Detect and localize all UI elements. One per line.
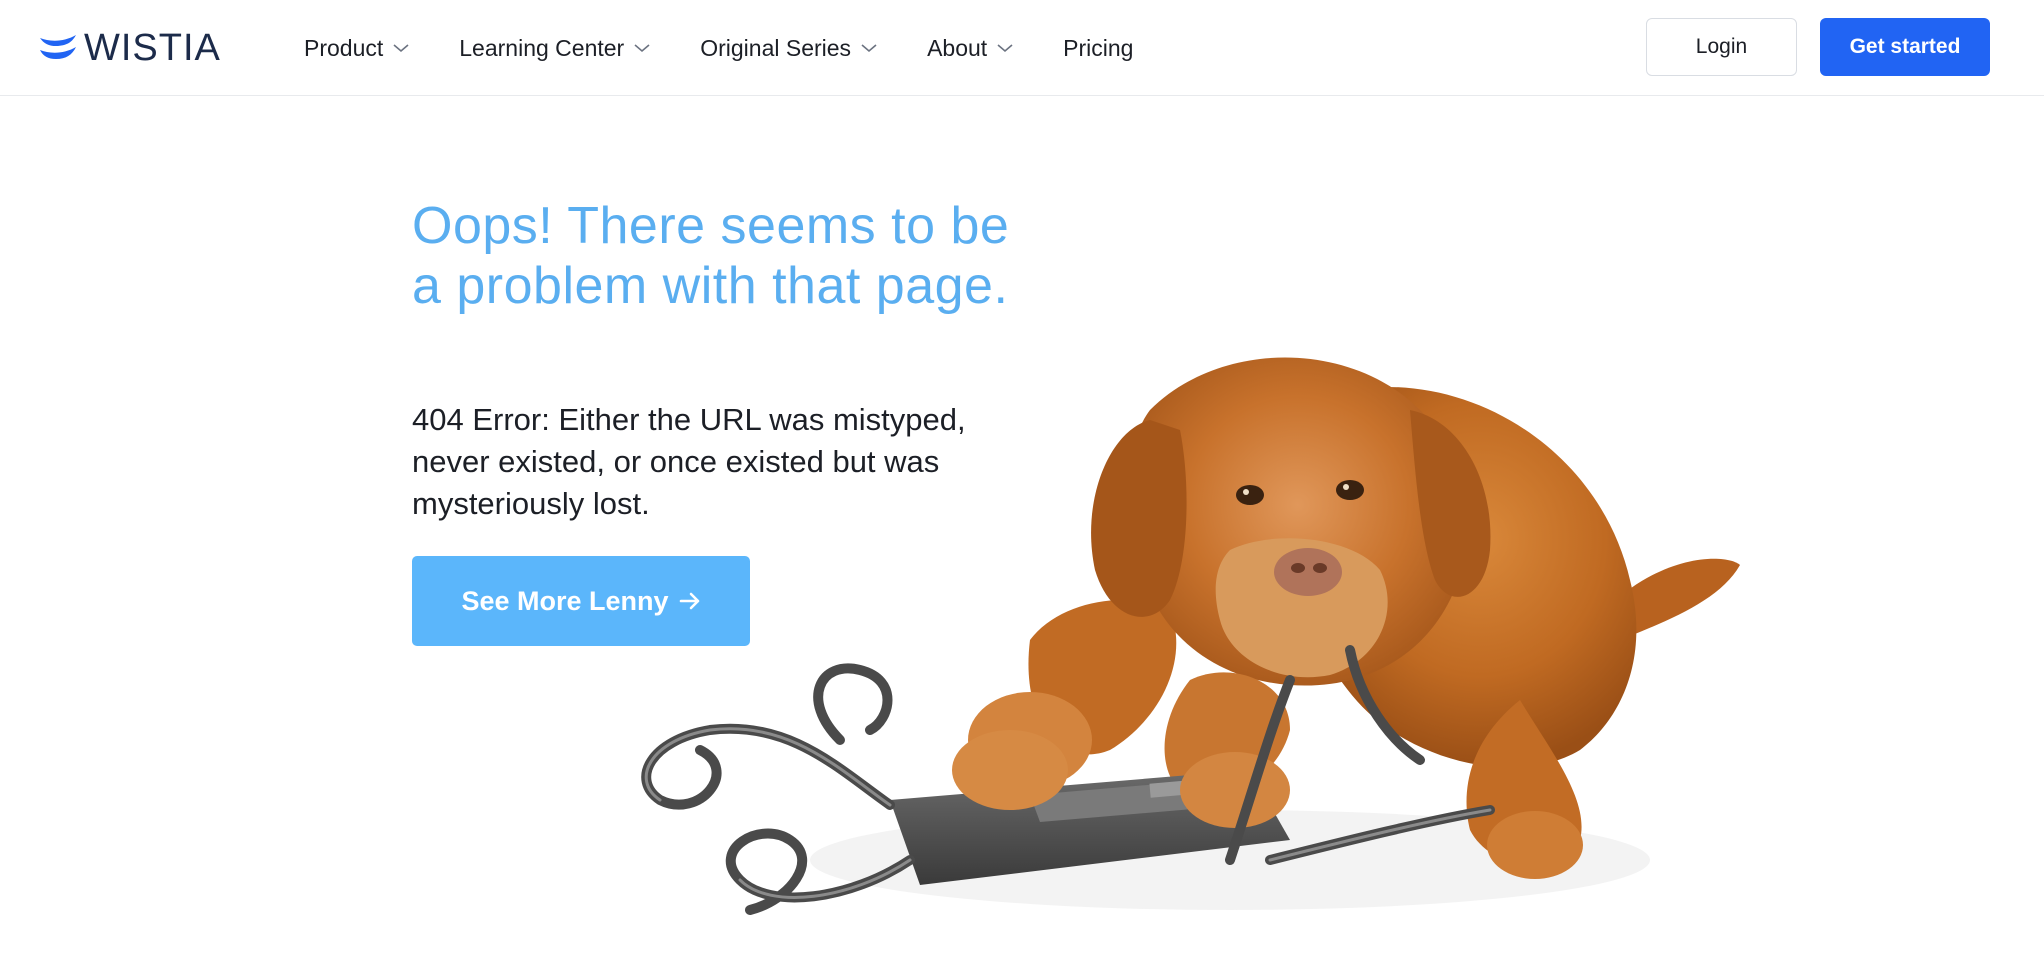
main-nav: Product Learning Center Original Series …	[304, 26, 1183, 70]
login-button[interactable]: Login	[1646, 18, 1797, 76]
nav-item-label: About	[927, 34, 988, 61]
chevron-down-icon	[997, 44, 1013, 53]
nav-item-pricing[interactable]: Pricing	[1063, 35, 1133, 62]
nav-item-label: Pricing	[1063, 34, 1134, 61]
chevron-down-icon	[393, 44, 409, 53]
wistia-logo[interactable]: WISTIA	[38, 26, 221, 70]
site-header: WISTIA Product Learning Center Original …	[0, 0, 2044, 96]
brand-name: WISTIA	[84, 27, 221, 69]
nav-item-label: Learning Center	[459, 34, 625, 61]
page-title: Oops! There seems to be a problem with t…	[412, 197, 1010, 315]
nav-item-product[interactable]: Product	[304, 35, 409, 62]
get-started-button[interactable]: Get started	[1820, 18, 1990, 76]
nav-item-label: Original Series	[700, 34, 852, 61]
dog-with-vhs-tape-illustration	[641, 357, 1740, 915]
nav-item-about[interactable]: About	[927, 35, 1013, 62]
wistia-logo-icon	[40, 35, 76, 59]
chevron-down-icon	[861, 44, 877, 53]
chevron-down-icon	[634, 44, 650, 53]
nav-item-learning-center[interactable]: Learning Center	[459, 35, 650, 62]
nav-item-label: Product	[304, 34, 384, 61]
nav-item-original-series[interactable]: Original Series	[700, 35, 877, 62]
